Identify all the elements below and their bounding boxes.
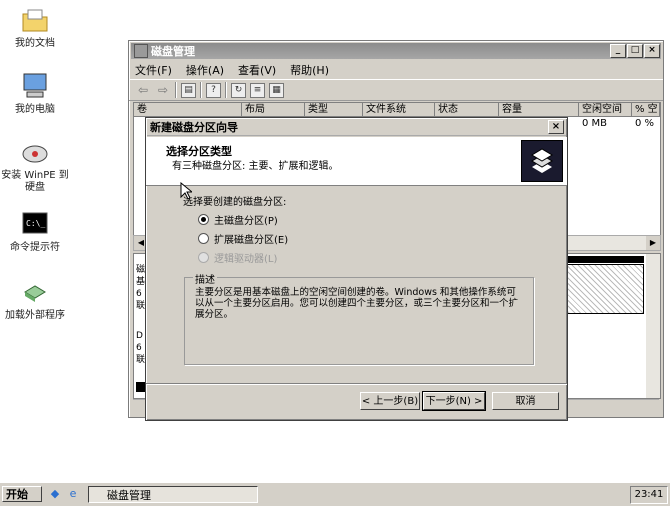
footer-divider — [146, 383, 567, 385]
load-program-icon — [19, 276, 51, 308]
toolbar-separator — [200, 82, 202, 98]
description-text: 主要分区是用基本磁盘上的空闲空间创建的卷。Windows 和其他操作系统可以从一… — [195, 287, 519, 320]
header-subtitle: 有三种磁盘分区: 主要、扩展和逻辑。 — [172, 161, 339, 172]
taskbar-item-disk-management[interactable]: 磁盘管理 — [88, 486, 258, 503]
help-icon[interactable]: ? — [206, 82, 221, 98]
group-label: 描述 — [193, 271, 217, 286]
window-titlebar[interactable]: 磁盘管理 _ □ × — [131, 43, 661, 59]
svg-text:C:\_: C:\_ — [26, 219, 45, 228]
command-prompt-icon: C:\_ — [19, 208, 51, 240]
disk-label-fragment: 磁 — [136, 265, 146, 275]
toolbar-separator — [175, 82, 177, 98]
dialog-header: 选择分区类型 有三种磁盘分区: 主要、扩展和逻辑。 — [146, 137, 567, 186]
menu-bar: 文件(F) 操作(A) 查看(V) 帮助(H) — [129, 61, 663, 79]
column-header[interactable]: 容量 — [499, 103, 579, 117]
desktop-icon-load-program[interactable]: 加载外部程序 — [0, 276, 70, 322]
minimize-button[interactable]: _ — [610, 44, 626, 58]
vertical-scrollbar[interactable] — [646, 254, 660, 398]
desktop-icon-label: 安装 WinPE 到 硬盘 — [1, 170, 69, 193]
radio-label: 扩展磁盘分区(E) — [214, 235, 289, 246]
menu-view[interactable]: 查看(V) — [238, 62, 276, 78]
folder-documents-icon — [19, 4, 51, 36]
percent-free-cell: 0 % — [635, 118, 655, 129]
description-group: 描述 主要分区是用基本磁盘上的空闲空间创建的卷。Windows 和其他操作系统可… — [184, 271, 534, 365]
install-disk-icon — [19, 136, 51, 168]
new-partition-wizard-dialog: 新建磁盘分区向导 × 选择分区类型 有三种磁盘分区: 主要、扩展和逻辑。 选择要… — [145, 117, 568, 421]
volume-list-header: 卷 布局 类型 文件系统 状态 容量 空闲空间 % 空 — [134, 103, 660, 117]
disk-label-fragment: 联 — [136, 301, 146, 311]
radio-extended-partition[interactable]: 扩展磁盘分区(E) — [198, 231, 288, 246]
column-header[interactable]: 空闲空间 — [579, 103, 632, 117]
scroll-right-icon[interactable]: ▶ — [646, 236, 660, 250]
dialog-titlebar[interactable]: 新建磁盘分区向导 × — [147, 119, 566, 136]
desktop-icon-label: 我的电脑 — [15, 104, 55, 115]
maximize-button[interactable]: □ — [627, 44, 643, 58]
quick-launch-ie-icon[interactable]: e — [66, 487, 80, 501]
desktop-icon-label: 命令提示符 — [10, 242, 60, 253]
radio-label: 逻辑驱动器(L) — [214, 254, 278, 265]
disk-label-fragment: 6 — [136, 289, 142, 299]
dialog-close-button[interactable]: × — [548, 120, 564, 134]
radio-label: 主磁盘分区(P) — [214, 216, 278, 227]
properties-icon[interactable]: ≡ — [250, 82, 265, 98]
desktop-icon-command-prompt[interactable]: C:\_ 命令提示符 — [0, 208, 70, 254]
desktop-icon-my-computer[interactable]: 我的电脑 — [0, 70, 70, 116]
cancel-button[interactable]: 取消 — [492, 392, 559, 410]
start-button[interactable]: 开始 — [2, 486, 42, 502]
column-header[interactable]: 布局 — [242, 103, 305, 117]
radio-button — [198, 252, 209, 263]
desktop-icon-label: 加载外部程序 — [5, 310, 65, 321]
dialog-title: 新建磁盘分区向导 — [150, 121, 238, 134]
window-title: 磁盘管理 — [151, 45, 195, 58]
refresh-icon[interactable]: ↻ — [231, 82, 246, 98]
system-clock: 23:41 — [630, 486, 668, 504]
back-button[interactable]: < 上一步(B) — [360, 392, 420, 410]
desktop-icon-my-documents[interactable]: 我的文档 — [0, 4, 70, 50]
toolbar-separator — [225, 82, 227, 98]
column-header[interactable]: % 空 — [632, 103, 660, 117]
column-header[interactable]: 文件系统 — [363, 103, 435, 117]
column-header[interactable]: 类型 — [305, 103, 363, 117]
partition-prompt: 选择要创建的磁盘分区: — [183, 197, 287, 208]
free-space-cell: 0 MB — [582, 118, 608, 129]
column-header[interactable]: 卷 — [134, 103, 242, 117]
radio-logical-drive: 逻辑驱动器(L) — [198, 250, 277, 265]
toolbar: ⇦ ⇨ ▤ ? ↻ ≡ ▦ — [129, 79, 663, 101]
desktop-icon-label: 我的文档 — [15, 38, 55, 49]
radio-primary-partition[interactable]: 主磁盘分区(P) — [198, 212, 278, 227]
menu-file[interactable]: 文件(F) — [135, 62, 172, 78]
taskbar: 开始 ◆ e 磁盘管理 23:41 — [0, 482, 670, 506]
show-hide-tree-icon[interactable]: ▤ — [181, 82, 196, 98]
menu-help[interactable]: 帮助(H) — [290, 62, 329, 78]
disk-stack-icon — [521, 140, 563, 182]
desktop-icon-install-winpe[interactable]: 安装 WinPE 到 硬盘 — [0, 136, 70, 194]
column-header[interactable]: 状态 — [435, 103, 499, 117]
disk-management-icon — [134, 44, 148, 58]
disk-label-fragment: 联 — [136, 355, 146, 365]
forward-arrow-icon[interactable]: ⇨ — [155, 82, 171, 98]
my-computer-icon — [19, 70, 51, 102]
radio-button[interactable] — [198, 214, 209, 225]
close-button[interactable]: × — [644, 44, 660, 58]
back-arrow-icon[interactable]: ⇦ — [135, 82, 151, 98]
mouse-cursor-icon — [180, 182, 192, 200]
export-icon[interactable]: ▦ — [269, 82, 284, 98]
next-button[interactable]: 下一步(N) > — [422, 391, 486, 411]
disk-label-fragment: 6 — [136, 343, 142, 353]
menu-action[interactable]: 操作(A) — [186, 62, 224, 78]
disk-label-fragment: 基 — [136, 277, 146, 287]
radio-button[interactable] — [198, 233, 209, 244]
disk-label-fragment: D — [136, 331, 143, 341]
taskbar-item-label: 磁盘管理 — [107, 489, 151, 502]
start-label: 开始 — [6, 488, 28, 501]
quick-launch-desktop-icon[interactable]: ◆ — [48, 487, 62, 501]
